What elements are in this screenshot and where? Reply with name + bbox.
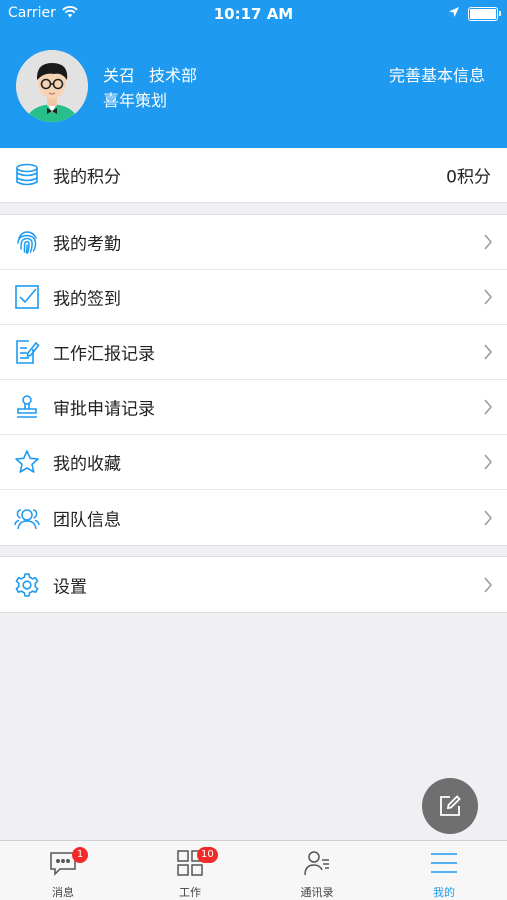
points-label: 我的积分 [53, 167, 121, 188]
clock: 10:17 AM [213, 5, 294, 23]
profile-header: Carrier 10:17 AM 关召 技术部 喜年策划 完善基本信息 [0, 0, 507, 148]
settings-label: 设置 [53, 577, 87, 597]
tab-label: 工作 [179, 886, 201, 899]
checkbox-icon [14, 284, 40, 310]
menu-icon [431, 853, 457, 873]
gear-icon [14, 572, 40, 598]
chevron-right-icon [484, 344, 492, 360]
menu-item-approval[interactable]: 审批申请记录 [0, 380, 507, 435]
menu-item-label: 我的签到 [53, 289, 121, 310]
chevron-right-icon [484, 454, 492, 470]
menu-item-label: 工作汇报记录 [53, 344, 155, 365]
star-icon [14, 449, 40, 475]
menu-item-label: 审批申请记录 [53, 399, 155, 420]
edit-icon [440, 795, 461, 816]
points-value: 0积分 [446, 167, 491, 188]
status-bar: Carrier 10:17 AM [0, 0, 507, 28]
location-arrow-icon [448, 6, 460, 22]
tab-label: 消息 [52, 886, 74, 899]
menu-list: 我的考勤 我的签到 工作汇报记录 审批申请记录 我的收藏 团队信息 [0, 214, 507, 546]
menu-item-label: 我的考勤 [53, 234, 121, 255]
chevron-right-icon [484, 510, 492, 525]
tab-contacts[interactable]: 通讯录 [254, 841, 380, 900]
stamp-icon [14, 394, 40, 420]
menu-item-signin[interactable]: 我的签到 [0, 270, 507, 325]
coins-icon [14, 162, 40, 188]
points-row[interactable]: 我的积分 0积分 [0, 148, 507, 203]
team-icon [14, 505, 40, 531]
menu-item-label: 团队信息 [53, 510, 121, 530]
menu-item-label: 我的收藏 [53, 454, 121, 475]
menu-item-attendance[interactable]: 我的考勤 [0, 215, 507, 270]
tab-work[interactable]: 10 工作 [127, 841, 253, 900]
chevron-right-icon [484, 234, 492, 250]
chevron-right-icon [484, 399, 492, 415]
tab-messages[interactable]: 1 消息 [0, 841, 126, 900]
fingerprint-icon [14, 229, 40, 255]
compose-fab-button[interactable] [422, 778, 478, 834]
tab-mine[interactable]: 我的 [381, 841, 507, 900]
user-department: 技术部 [149, 66, 198, 85]
battery-icon [468, 7, 501, 21]
chevron-right-icon [484, 577, 492, 592]
profile-name-line: 关召 技术部 [103, 62, 197, 86]
complete-info-link[interactable]: 完善基本信息 [389, 62, 485, 86]
contacts-icon [304, 851, 329, 876]
avatar[interactable] [16, 50, 88, 122]
work-badge: 10 [197, 847, 218, 863]
menu-item-work-report[interactable]: 工作汇报记录 [0, 325, 507, 380]
chevron-right-icon [484, 289, 492, 305]
user-name: 关召 [103, 66, 136, 85]
menu-item-team[interactable]: 团队信息 [0, 490, 507, 545]
tab-label: 我的 [433, 886, 455, 899]
menu-item-favorites[interactable]: 我的收藏 [0, 435, 507, 490]
tab-label: 通讯录 [300, 886, 334, 899]
user-organization: 喜年策划 [103, 91, 168, 110]
settings-group: 设置 [0, 556, 507, 613]
menu-item-settings[interactable]: 设置 [0, 557, 507, 612]
messages-badge: 1 [72, 847, 88, 863]
bottom-tab-bar: 1 消息 10 工作 通讯录 我的 [0, 840, 507, 900]
report-icon [14, 339, 40, 365]
